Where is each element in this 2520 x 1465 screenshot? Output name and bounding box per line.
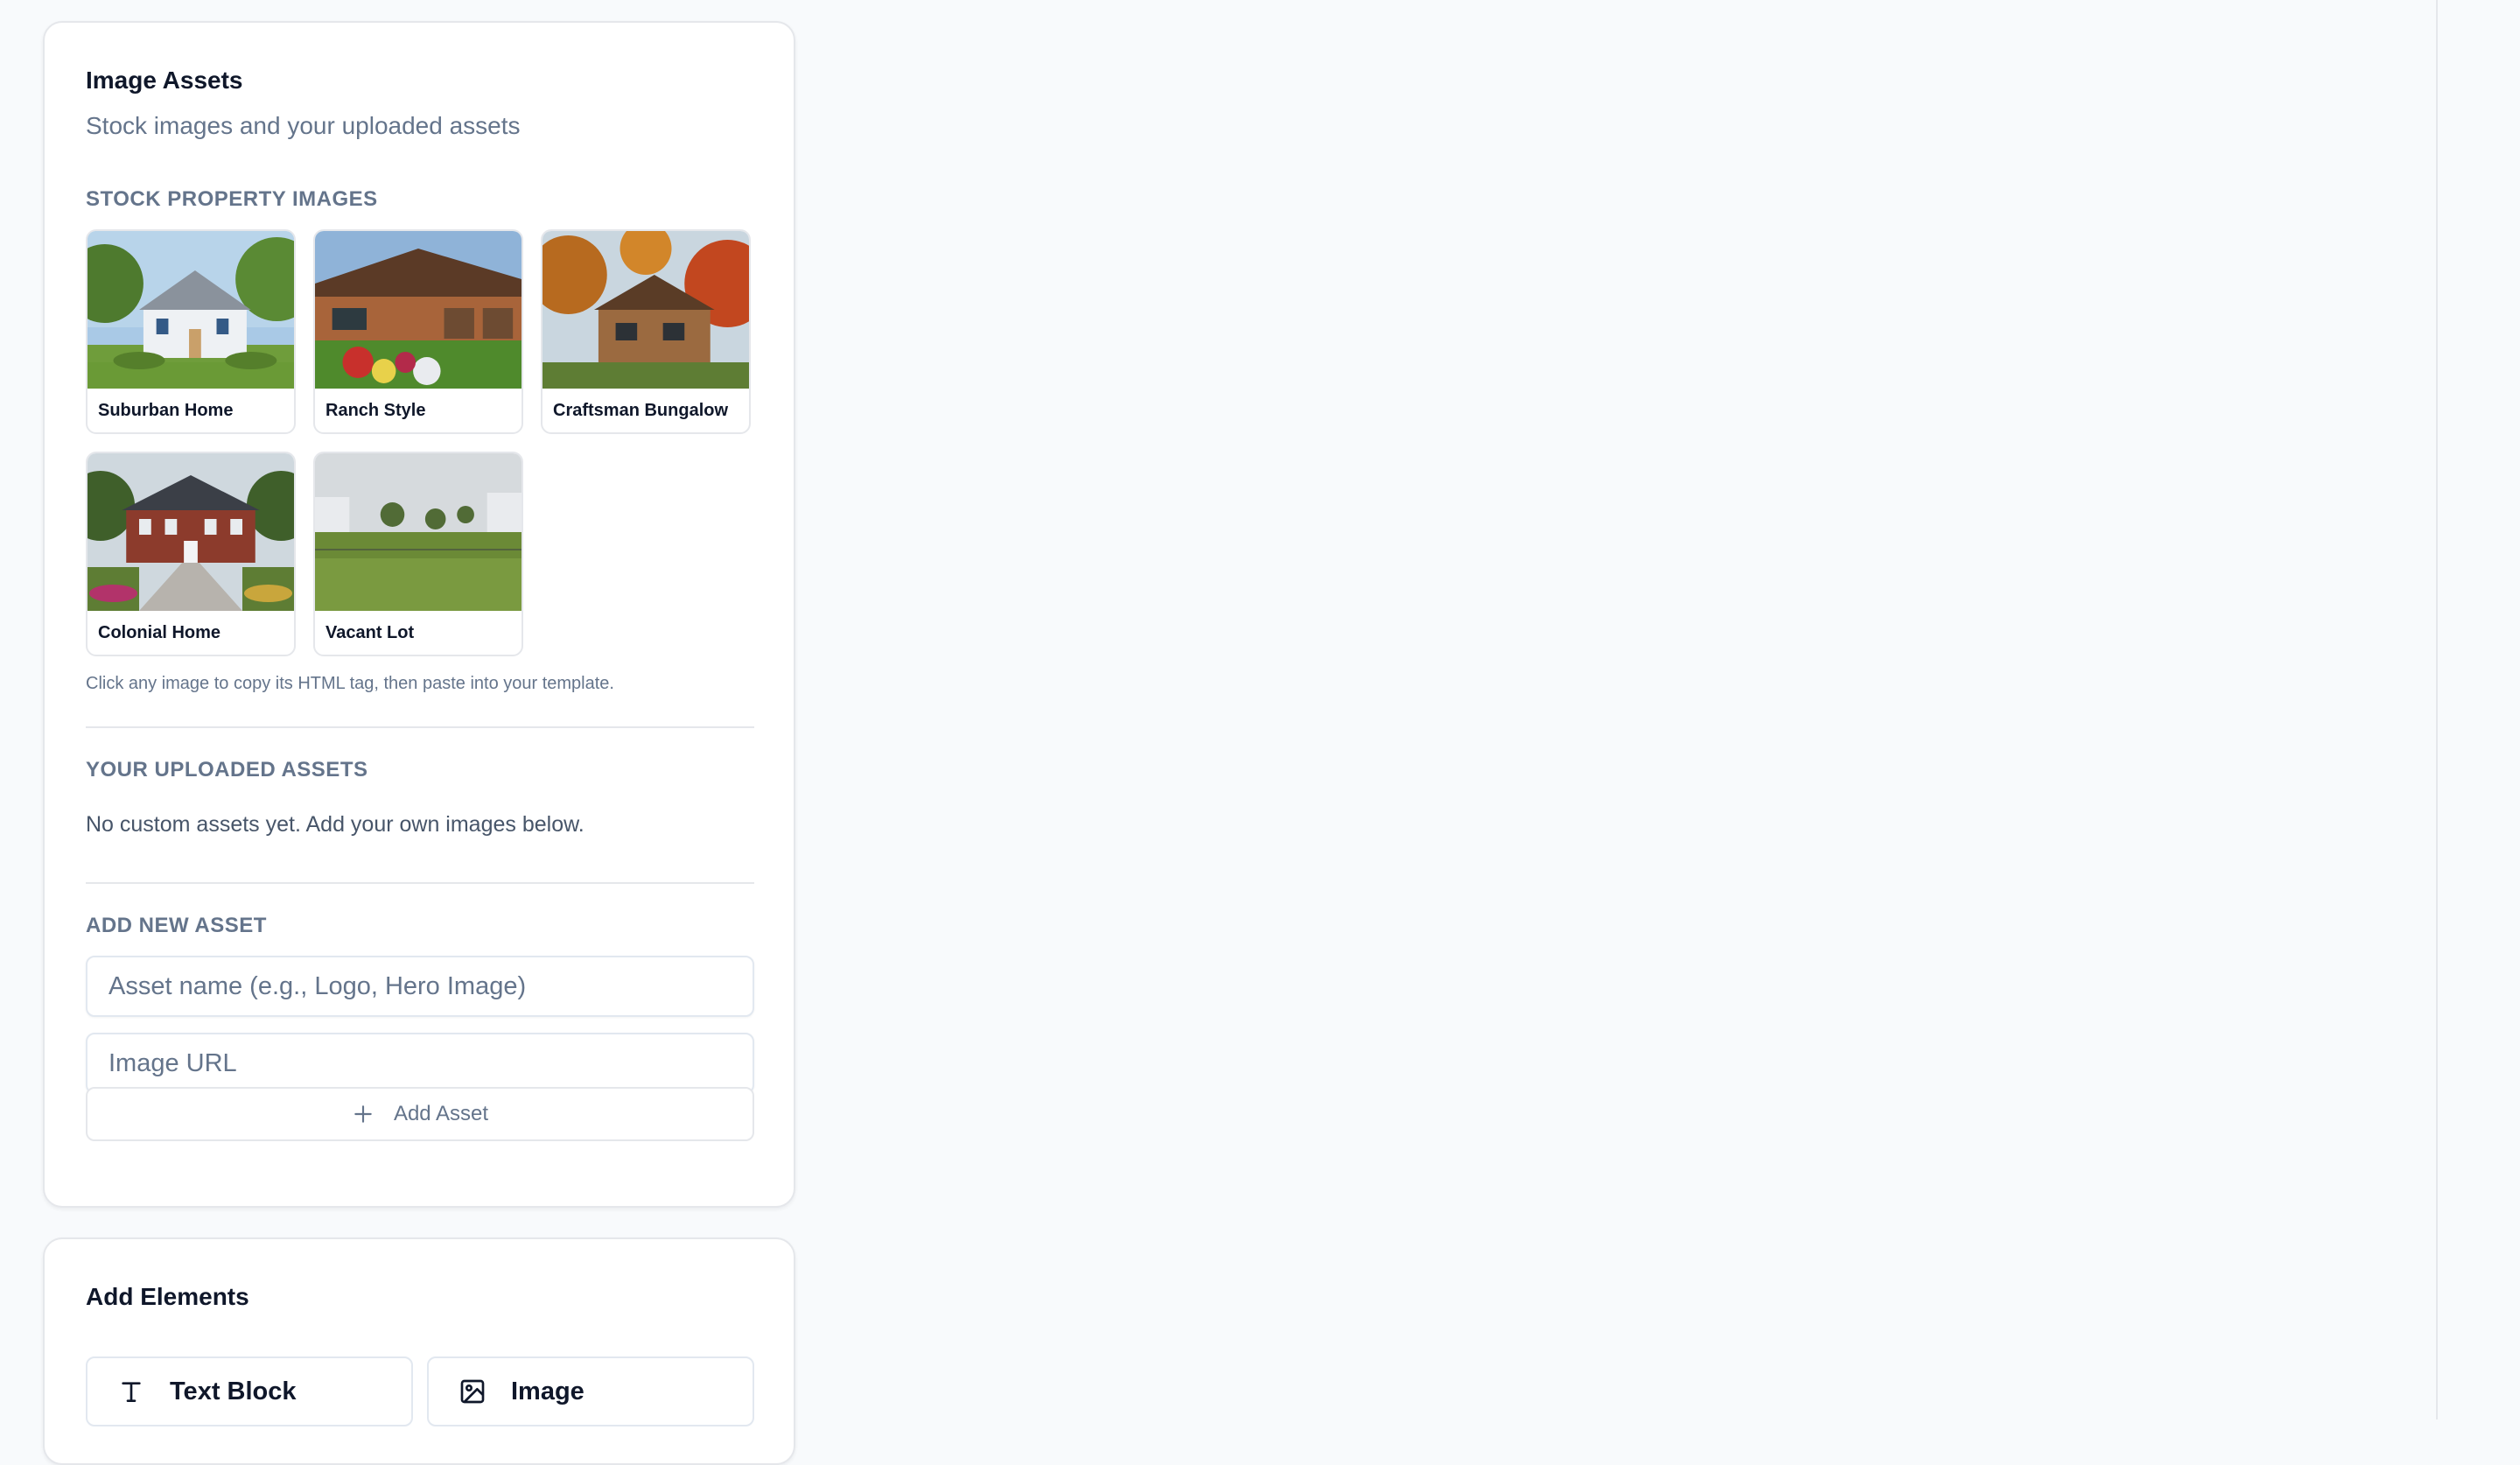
stock-image-vacant-lot[interactable]: Vacant Lot bbox=[313, 452, 523, 656]
image-button[interactable]: Image bbox=[427, 1356, 754, 1426]
image-assets-subtitle: Stock images and your uploaded assets bbox=[86, 112, 521, 139]
colonial-home-image bbox=[88, 453, 294, 611]
text-block-button-label: Text Block bbox=[170, 1377, 297, 1405]
add-elements-title: Add Elements bbox=[86, 1283, 249, 1310]
section-divider bbox=[86, 726, 754, 728]
section-divider bbox=[86, 882, 754, 884]
uploaded-empty-message: No custom assets yet. Add your own image… bbox=[86, 812, 584, 837]
suburban-home-image bbox=[88, 231, 294, 389]
image-icon bbox=[460, 1379, 485, 1404]
vacant-lot-image bbox=[315, 453, 522, 611]
text-block-button[interactable]: Text Block bbox=[86, 1356, 413, 1426]
ranch-style-image bbox=[315, 231, 522, 389]
thumb-label: Ranch Style bbox=[326, 401, 426, 420]
thumb-label: Craftsman Bungalow bbox=[553, 401, 729, 420]
image-button-label: Image bbox=[511, 1377, 584, 1405]
text-icon bbox=[122, 1382, 141, 1402]
add-asset-button-label: Add Asset bbox=[393, 1102, 489, 1125]
craftsman-bungalow-image bbox=[542, 231, 749, 389]
thumb-label: Vacant Lot bbox=[326, 623, 415, 642]
stock-image-colonial-home[interactable]: Colonial Home bbox=[86, 452, 296, 656]
stock-images-label: STOCK PROPERTY IMAGES bbox=[86, 187, 378, 211]
stock-image-craftsman-bungalow[interactable]: Craftsman Bungalow bbox=[541, 229, 751, 434]
image-url-input[interactable] bbox=[86, 1033, 754, 1094]
stock-image-ranch-style[interactable]: Ranch Style bbox=[313, 229, 523, 434]
stock-image-suburban-home[interactable]: Suburban Home bbox=[86, 229, 296, 434]
image-assets-title: Image Assets bbox=[86, 67, 243, 94]
add-asset-label: ADD NEW ASSET bbox=[86, 914, 267, 937]
panel-divider bbox=[2436, 0, 2438, 1419]
plus-icon bbox=[354, 1105, 372, 1123]
thumb-label: Suburban Home bbox=[98, 401, 234, 420]
add-asset-button[interactable]: Add Asset bbox=[86, 1087, 754, 1141]
copy-hint: Click any image to copy its HTML tag, th… bbox=[86, 674, 614, 693]
thumb-label: Colonial Home bbox=[98, 623, 221, 642]
asset-name-input[interactable] bbox=[86, 956, 754, 1017]
add-elements-card bbox=[43, 1237, 795, 1465]
uploaded-assets-label: YOUR UPLOADED ASSETS bbox=[86, 758, 368, 782]
